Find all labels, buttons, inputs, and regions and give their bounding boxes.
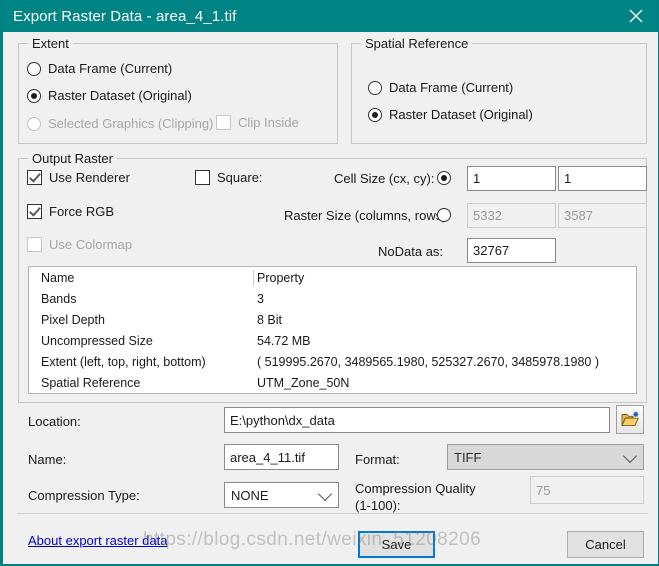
chevron-down-icon — [622, 448, 638, 464]
extent-option-label: Raster Dataset (Original) — [48, 88, 192, 103]
name-label: Name: — [28, 452, 67, 467]
raster-size-columns-input: 5332 — [467, 203, 556, 228]
compression-quality-label-line2: (1-100): — [355, 498, 401, 513]
name-input[interactable]: area_4_11.tif — [224, 444, 339, 470]
table-row: Spatial Reference UTM_Zone_50N — [29, 372, 636, 393]
output-raster-group-title: Output Raster — [28, 151, 117, 166]
raster-properties-table: Name Property Bands 3 Pixel Depth 8 Bit … — [28, 266, 637, 394]
compression-type-dropdown[interactable]: NONE — [224, 482, 339, 508]
location-label: Location: — [28, 414, 81, 429]
spatial-reference-group-title: Spatial Reference — [361, 36, 473, 51]
checkbox-icon[interactable] — [27, 204, 42, 219]
window-title: Export Raster Data - area_4_1.tif — [13, 7, 237, 25]
nodata-label: NoData as: — [378, 244, 444, 259]
extent-option-label: Data Frame (Current) — [48, 61, 173, 76]
extent-option-raster-dataset[interactable]: Raster Dataset (Original) — [27, 88, 192, 103]
cancel-button-label: Cancel — [585, 537, 626, 552]
property-name: Uncompressed Size — [41, 333, 153, 348]
folder-open-icon[interactable] — [616, 405, 644, 434]
property-value: 3 — [257, 291, 264, 306]
raster-size-rows-input: 3587 — [558, 203, 647, 228]
spatial-ref-option-label: Raster Dataset (Original) — [389, 107, 533, 122]
radio-icon[interactable] — [368, 107, 382, 122]
square-checkbox[interactable]: Square: — [195, 170, 263, 185]
extent-group-title: Extent — [28, 36, 73, 51]
table-header-name: Name — [41, 270, 75, 285]
property-name: Pixel Depth — [41, 312, 105, 327]
spatial-ref-option-raster-dataset[interactable]: Raster Dataset (Original) — [368, 107, 533, 122]
compression-type-value: NONE — [231, 487, 269, 503]
about-export-raster-data-link[interactable]: About export raster data — [28, 533, 167, 548]
title-bar: Export Raster Data - area_4_1.tif — [3, 0, 658, 32]
radio-icon[interactable] — [437, 208, 451, 222]
property-value: 8 Bit — [257, 312, 283, 327]
checkbox-icon[interactable] — [27, 170, 42, 185]
raster-size-radio[interactable] — [437, 208, 451, 222]
footer-divider — [17, 513, 648, 514]
table-row: Pixel Depth 8 Bit — [29, 309, 636, 330]
clip-inside-label: Clip Inside — [238, 115, 299, 130]
radio-icon — [27, 116, 41, 131]
property-name: Extent (left, top, right, bottom) — [41, 354, 206, 369]
cell-size-label: Cell Size (cx, cy): — [334, 171, 435, 186]
use-renderer-checkbox[interactable]: Use Renderer — [27, 170, 130, 185]
extent-option-label: Selected Graphics (Clipping) — [48, 116, 214, 131]
checkbox-icon — [27, 237, 42, 252]
checkbox-icon — [216, 115, 231, 130]
table-row: Uncompressed Size 54.72 MB — [29, 330, 636, 351]
property-value: 54.72 MB — [257, 333, 311, 348]
spatial-ref-option-label: Data Frame (Current) — [389, 80, 514, 95]
location-input[interactable]: E:\python\dx_data — [224, 407, 610, 433]
cell-size-cx-input[interactable]: 1 — [467, 166, 556, 191]
cell-size-cy-input[interactable]: 1 — [558, 166, 647, 191]
raster-size-label: Raster Size (columns, rows): — [284, 208, 451, 223]
extent-option-data-frame[interactable]: Data Frame (Current) — [27, 61, 172, 76]
format-label: Format: — [355, 452, 400, 467]
cell-size-radio[interactable] — [437, 171, 451, 185]
use-renderer-label: Use Renderer — [49, 170, 130, 185]
square-label: Square: — [217, 170, 263, 185]
cancel-button[interactable]: Cancel — [567, 531, 644, 558]
force-rgb-label: Force RGB — [49, 204, 115, 219]
force-rgb-checkbox[interactable]: Force RGB — [27, 204, 114, 219]
use-colormap-checkbox: Use Colormap — [27, 237, 132, 252]
chevron-down-icon — [317, 486, 333, 502]
property-value: UTM_Zone_50N — [257, 375, 350, 390]
column-separator — [253, 270, 254, 286]
spatial-ref-option-data-frame[interactable]: Data Frame (Current) — [368, 80, 513, 95]
save-button-label: Save — [381, 537, 412, 552]
radio-icon[interactable] — [27, 88, 41, 103]
radio-icon[interactable] — [368, 80, 382, 95]
nodata-input[interactable]: 32767 — [467, 238, 556, 263]
table-row: Extent (left, top, right, bottom) ( 5199… — [29, 351, 636, 372]
clip-inside-checkbox: Clip Inside — [216, 115, 299, 130]
compression-type-label: Compression Type: — [28, 488, 140, 503]
table-row: Bands 3 — [29, 288, 636, 309]
property-name: Bands — [41, 291, 77, 306]
format-dropdown[interactable]: TIFF — [447, 444, 644, 470]
use-colormap-label: Use Colormap — [49, 237, 133, 252]
compression-quality-input: 75 — [530, 476, 644, 504]
table-header-property: Property — [257, 270, 305, 285]
property-name: Spatial Reference — [41, 375, 141, 390]
format-dropdown-value: TIFF — [454, 449, 482, 465]
radio-icon[interactable] — [27, 61, 41, 76]
save-button[interactable]: Save — [358, 531, 435, 558]
close-icon[interactable] — [613, 0, 658, 32]
table-header-row: Name Property — [29, 267, 636, 288]
extent-option-selected-graphics: Selected Graphics (Clipping) — [27, 116, 213, 131]
compression-quality-label-line1: Compression Quality — [355, 481, 476, 496]
property-value: ( 519995.2670, 3489565.1980, 525327.2670… — [257, 354, 599, 369]
radio-icon[interactable] — [437, 171, 451, 185]
checkbox-icon[interactable] — [195, 170, 210, 185]
export-raster-data-dialog: Export Raster Data - area_4_1.tif Extent… — [0, 0, 659, 566]
